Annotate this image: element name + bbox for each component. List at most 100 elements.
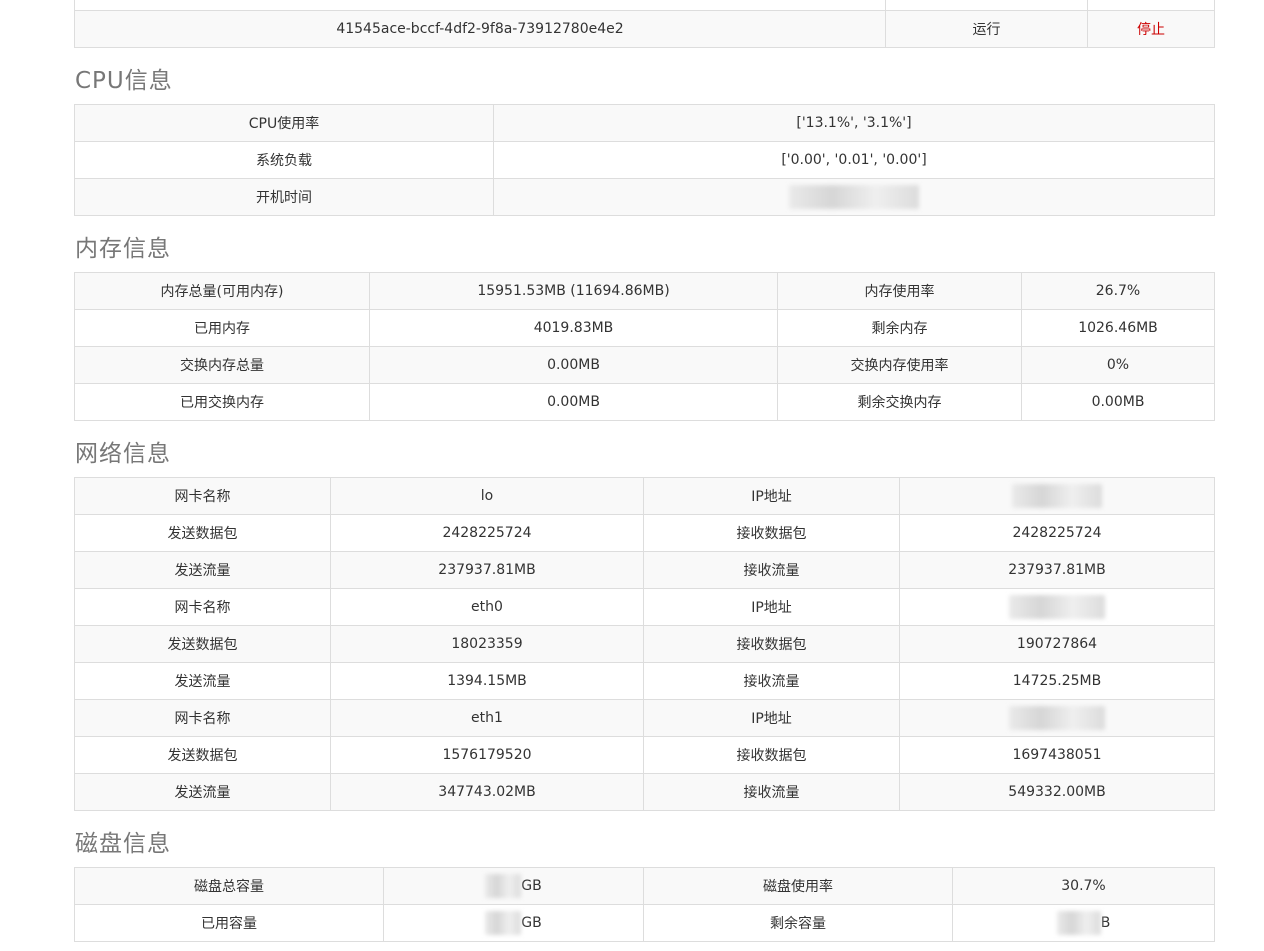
redacted-block [1009,706,1105,730]
memory-value: 15951.53MB (11694.86MB) [369,272,778,310]
memory-key: 剩余交换内存 [777,383,1022,421]
memory-value: 0% [1021,346,1215,384]
memory-key: 已用交换内存 [74,383,370,421]
memory-key: 剩余内存 [777,309,1022,347]
network-key: 接收数据包 [643,736,900,774]
uptime-value-redacted [493,178,1215,216]
table-row: 发送流量 1394.15MB 接收流量 14725.25MB [74,662,1215,700]
disk-total-value: GB [383,867,644,905]
memory-key: 内存总量(可用内存) [74,272,370,310]
network-key: 接收流量 [643,551,900,589]
network-key: 网卡名称 [74,477,331,515]
redacted-block [1012,484,1102,508]
disk-key: 已用容量 [74,904,384,942]
table-row: 已用内存 4019.83MB 剩余内存 1026.46MB [74,309,1215,347]
network-value: 347743.02MB [330,773,644,811]
network-value: 2428225724 [330,514,644,552]
table-row: 网卡名称 lo IP地址 [74,477,1215,515]
cpu-value: ['0.00', '0.01', '0.00'] [493,141,1215,179]
network-key: 发送数据包 [74,514,331,552]
network-value: 237937.81MB [330,551,644,589]
memory-key: 交换内存使用率 [777,346,1022,384]
disk-table: 磁盘总容量 GB 磁盘使用率 30.7% 已用容量 GB 剩余容量 B [74,867,1215,942]
disk-free-value: B [952,904,1215,942]
table-row: 发送数据包 2428225724 接收数据包 2428225724 [74,514,1215,552]
redacted-block [1009,595,1105,619]
ip-address-redacted [899,588,1215,626]
process-id: 41545ace-bccf-4df2-9f8a-73912780e4e2 [74,10,886,48]
memory-value: 26.7% [1021,272,1215,310]
network-key: IP地址 [643,699,900,737]
network-key: 发送数据包 [74,625,331,663]
section-title-disk: 磁盘信息 [75,831,171,857]
cpu-table: CPU使用率 ['13.1%', '3.1%'] 系统负载 ['0.00', '… [74,104,1215,216]
table-row: 发送流量 237937.81MB 接收流量 237937.81MB [74,551,1215,589]
table-row: 系统负载 ['0.00', '0.01', '0.00'] [74,141,1215,179]
disk-key: 磁盘总容量 [74,867,384,905]
disk-value: 30.7% [952,867,1215,905]
network-value: lo [330,477,644,515]
table-row [74,0,1215,11]
memory-key: 交换内存总量 [74,346,370,384]
disk-key: 剩余容量 [643,904,953,942]
disk-used-value: GB [383,904,644,942]
network-value: 1576179520 [330,736,644,774]
table-row: 网卡名称 eth0 IP地址 [74,588,1215,626]
redacted-block [485,874,522,898]
network-value: 18023359 [330,625,644,663]
network-value: 14725.25MB [899,662,1215,700]
process-table: 41545ace-bccf-4df2-9f8a-73912780e4e2 运行 … [74,0,1215,48]
network-key: 发送流量 [74,551,331,589]
disk-unit: GB [521,878,542,894]
stop-button[interactable]: 停止 [1087,10,1215,48]
redacted-block [1056,911,1101,935]
redacted-block [789,185,919,209]
redacted-block [485,911,522,935]
disk-unit: GB [521,915,542,931]
network-key: 发送流量 [74,773,331,811]
table-row: 41545ace-bccf-4df2-9f8a-73912780e4e2 运行 … [74,10,1215,48]
network-value: eth0 [330,588,644,626]
network-key: IP地址 [643,588,900,626]
network-key: 接收数据包 [643,625,900,663]
section-title-memory: 内存信息 [75,236,171,262]
network-key: 发送数据包 [74,736,331,774]
ip-address-redacted [899,699,1215,737]
process-cell-empty [885,0,1088,11]
memory-value: 1026.46MB [1021,309,1215,347]
network-key: 接收数据包 [643,514,900,552]
memory-value: 0.00MB [369,346,778,384]
table-row: 内存总量(可用内存) 15951.53MB (11694.86MB) 内存使用率… [74,272,1215,310]
process-cell-empty [74,0,886,11]
network-key: 发送流量 [74,662,331,700]
table-row: 发送数据包 1576179520 接收数据包 1697438051 [74,736,1215,774]
table-row: CPU使用率 ['13.1%', '3.1%'] [74,104,1215,142]
table-row: 磁盘总容量 GB 磁盘使用率 30.7% [74,867,1215,905]
process-status: 运行 [885,10,1088,48]
table-row: 发送流量 347743.02MB 接收流量 549332.00MB [74,773,1215,811]
memory-key: 内存使用率 [777,272,1022,310]
cpu-label: 开机时间 [74,178,494,216]
network-key: 接收流量 [643,773,900,811]
page-content: 41545ace-bccf-4df2-9f8a-73912780e4e2 运行 … [74,0,1215,942]
table-row: 交换内存总量 0.00MB 交换内存使用率 0% [74,346,1215,384]
table-row: 网卡名称 eth1 IP地址 [74,699,1215,737]
cpu-value: ['13.1%', '3.1%'] [493,104,1215,142]
disk-unit: B [1100,915,1111,931]
network-key: 网卡名称 [74,699,331,737]
memory-value: 0.00MB [1021,383,1215,421]
network-value: 1394.15MB [330,662,644,700]
section-title-network: 网络信息 [75,441,171,467]
network-value: 2428225724 [899,514,1215,552]
table-row: 发送数据包 18023359 接收数据包 190727864 [74,625,1215,663]
table-row: 已用交换内存 0.00MB 剩余交换内存 0.00MB [74,383,1215,421]
table-row: 开机时间 [74,178,1215,216]
network-key: IP地址 [643,477,900,515]
process-cell-empty [1087,0,1215,11]
network-value: 237937.81MB [899,551,1215,589]
memory-value: 4019.83MB [369,309,778,347]
cpu-label: 系统负载 [74,141,494,179]
ip-address-redacted [899,477,1215,515]
network-table: 网卡名称 lo IP地址 发送数据包 2428225724 接收数据包 2428… [74,477,1215,811]
disk-key: 磁盘使用率 [643,867,953,905]
